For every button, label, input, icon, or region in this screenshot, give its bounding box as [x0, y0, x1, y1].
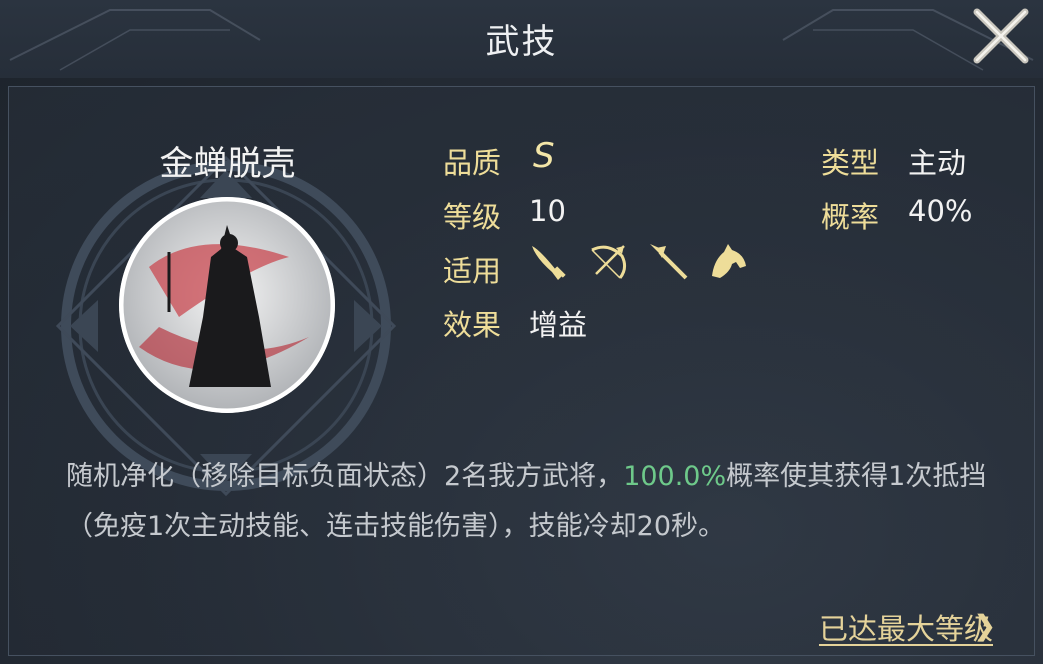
sword-icon	[532, 246, 566, 280]
page-title: 武技	[485, 22, 558, 62]
description-text-1: 随机净化（移除目标负面状态）2名我方武将，	[66, 461, 624, 492]
chance-value: 40%	[908, 194, 973, 228]
applies-label: 适用	[443, 254, 502, 288]
skill-description: 随机净化（移除目标负面状态）2名我方武将，100.0%概率使其获得1次抵挡（免疫…	[66, 452, 996, 552]
chevron-right-icon: ❯	[973, 609, 997, 642]
horse-icon	[712, 244, 746, 278]
level-value: 10	[529, 194, 566, 228]
close-button[interactable]	[967, 2, 1035, 70]
level-label: 等级	[443, 200, 502, 234]
quality-label: 品质	[443, 146, 502, 180]
close-icon	[973, 8, 1029, 64]
header-bar: 武技	[0, 0, 1043, 78]
type-label: 类型	[821, 146, 880, 180]
bow-icon	[591, 245, 627, 279]
description-highlight: 100.0%	[623, 461, 727, 492]
max-level-link[interactable]: 已达最大等级	[819, 606, 993, 648]
quality-value: S	[533, 136, 555, 176]
effect-value: 增益	[529, 308, 588, 342]
skill-name: 金蝉脱壳	[159, 144, 296, 184]
spear-icon	[650, 244, 688, 280]
type-value: 主动	[908, 146, 967, 180]
skill-portrait	[119, 197, 335, 413]
chance-label: 概率	[821, 200, 880, 234]
effect-label: 效果	[443, 308, 502, 342]
